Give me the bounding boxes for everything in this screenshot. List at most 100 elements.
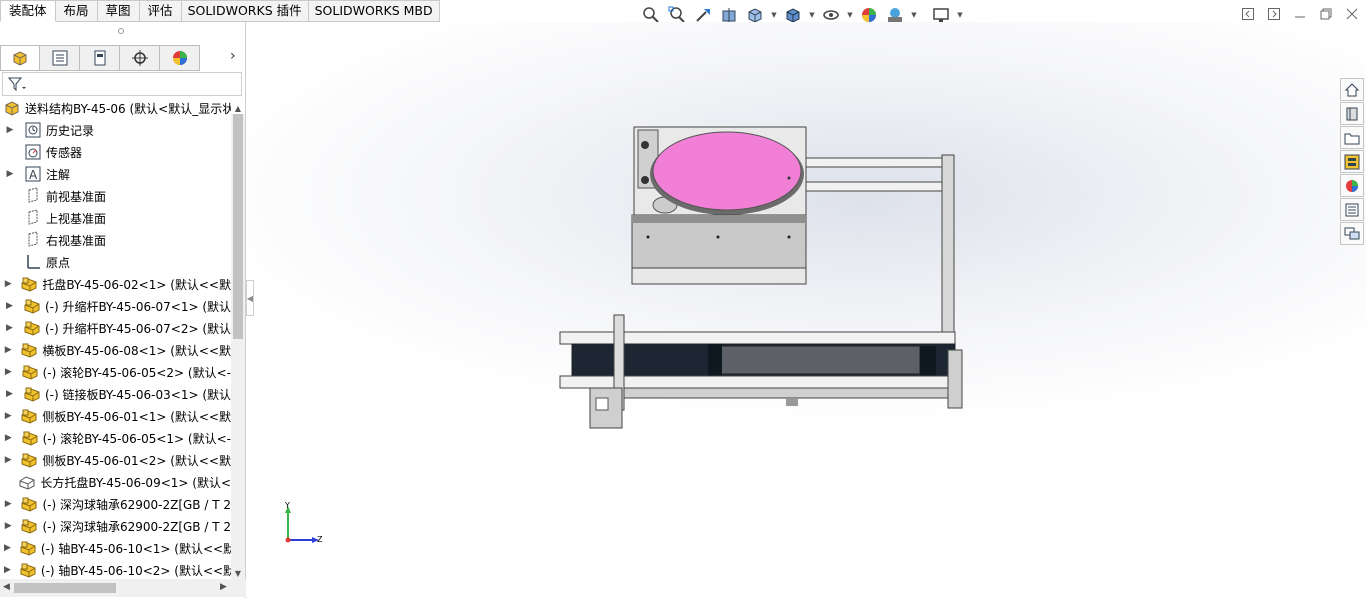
scroll-thumb[interactable] — [14, 583, 116, 593]
tree-filter[interactable] — [2, 72, 242, 96]
part-icon — [23, 319, 41, 337]
tree-item[interactable]: ▶ 历史记录 — [0, 119, 231, 141]
feature-manager-tab[interactable] — [0, 45, 40, 71]
part-icon — [21, 363, 39, 381]
tab-sketch[interactable]: 草图 — [97, 0, 140, 22]
scroll-thumb[interactable] — [233, 114, 243, 339]
tree-item[interactable]: ▶ (-) 滚轮BY-45-06-05<2> (默认<- — [0, 361, 231, 383]
scroll-up-icon[interactable]: ▲ — [231, 104, 245, 114]
tree-vertical-scrollbar[interactable]: ▲ ▼ — [231, 104, 245, 579]
dimxpert-manager-tab[interactable] — [120, 45, 160, 71]
minimize-icon[interactable] — [1292, 6, 1308, 22]
sensor-icon — [24, 143, 42, 161]
tree-item[interactable]: 传感器 — [0, 141, 231, 163]
part-icon — [21, 429, 39, 447]
expand-arrow-icon[interactable]: ▶ — [4, 565, 11, 575]
tree-item[interactable]: ▶ 托盘BY-45-06-02<1> (默认<<默 — [0, 273, 231, 295]
tree-item[interactable]: ▶ 侧板BY-45-06-01<1> (默认<<默 — [0, 405, 231, 427]
expand-arrow-icon[interactable]: ▶ — [4, 455, 12, 465]
tree-item[interactable]: ▶ 侧板BY-45-06-01<2> (默认<<默 — [0, 449, 231, 471]
home-icon[interactable] — [1340, 78, 1364, 101]
expand-arrow-icon[interactable]: ▶ — [4, 433, 13, 443]
forum-icon[interactable] — [1340, 222, 1364, 245]
scroll-left-icon[interactable]: ◀ — [3, 582, 10, 592]
tree-item-label: 右视基准面 — [46, 233, 107, 248]
expand-arrow-icon[interactable]: ▶ — [4, 169, 16, 179]
tree-item[interactable]: ▶ (-) 深沟球轴承62900-2Z[GB / T 2 — [0, 515, 231, 537]
expand-arrow-icon[interactable]: ▶ — [4, 301, 15, 311]
tree-item[interactable]: ▶ (-) 轴BY-45-06-10<1> (默认<<默 — [0, 537, 231, 559]
tab-assembly[interactable]: 装配体 — [0, 0, 56, 22]
display-manager-tab[interactable] — [160, 45, 200, 71]
tree-item[interactable]: ▶ 横板BY-45-06-08<1> (默认<<默 — [0, 339, 231, 361]
part-icon — [23, 297, 41, 315]
tree-item-label: 注解 — [46, 167, 71, 182]
tree-item[interactable]: 前视基准面 — [0, 185, 231, 207]
feature-manager-panel: › 送料结构BY-45-06 (默认<默认_显示状 ▶ 历史记录传感器 ▶ A 注解前视… — [0, 22, 246, 598]
filter-icon[interactable] — [7, 76, 27, 92]
expand-arrow-icon[interactable]: ▶ — [4, 521, 12, 531]
tree-item[interactable]: ▶ (-) 链接板BY-45-06-03<1> (默认 — [0, 383, 231, 405]
design-library-icon[interactable] — [1340, 102, 1364, 125]
tree-item[interactable]: ▶ (-) 滚轮BY-45-06-05<1> (默认<- — [0, 427, 231, 449]
coordinate-triad: Y Z — [282, 501, 330, 552]
tree-item[interactable]: ▶ A 注解 — [0, 163, 231, 185]
tree-item-label: (-) 链接板BY-45-06-03<1> (默认 — [44, 387, 231, 402]
tab-layout[interactable]: 布局 — [55, 0, 98, 22]
tree-item-label: 传感器 — [46, 145, 83, 160]
chevron-right-icon[interactable]: › — [230, 48, 236, 64]
panel-splitter[interactable]: ◀ — [246, 280, 254, 316]
expand-arrow-icon[interactable]: ▶ — [4, 367, 13, 377]
tree-item[interactable]: 右视基准面 — [0, 229, 231, 251]
graphics-area[interactable]: Y Z — [247, 22, 1366, 598]
window-controls — [1240, 6, 1360, 22]
view-palette-icon[interactable] — [1340, 150, 1364, 173]
scroll-down-icon[interactable]: ▼ — [231, 569, 245, 579]
expand-arrow-icon[interactable]: ▶ — [4, 543, 11, 553]
tree-item[interactable]: 上视基准面 — [0, 207, 231, 229]
collapse-panel-dot[interactable] — [118, 28, 124, 34]
solidworks-window: 装配体 布局 草图 评估 SOLIDWORKS 插件 SOLIDWORKS MB… — [0, 0, 1366, 598]
tree-item-label: (-) 升缩杆BY-45-06-07<1> (默认 — [44, 299, 231, 314]
tree-horizontal-scrollbar[interactable]: ◀ ▶ — [0, 579, 246, 597]
tree-item[interactable]: ▶ (-) 升缩杆BY-45-06-07<1> (默认 — [0, 295, 231, 317]
tree-item[interactable]: 长方托盘BY-45-06-09<1> (默认< — [0, 471, 231, 493]
origin-icon — [24, 253, 42, 271]
close-icon[interactable] — [1344, 6, 1360, 22]
tree-root[interactable]: 送料结构BY-45-06 (默认<默认_显示状 — [0, 97, 231, 119]
expand-arrow-icon[interactable]: ▶ — [4, 389, 15, 399]
part-icon — [19, 539, 37, 557]
expand-arrow-icon[interactable]: ▶ — [4, 125, 16, 135]
panel-right-icon[interactable] — [1266, 6, 1282, 22]
history-icon — [24, 121, 42, 139]
expand-arrow-icon[interactable]: ▶ — [4, 345, 12, 355]
tab-solidworks-mbd[interactable]: SOLIDWORKS MBD — [308, 0, 440, 22]
expand-arrow-icon[interactable]: ▶ — [4, 323, 15, 333]
appearances-icon[interactable] — [1340, 174, 1364, 197]
part-icon — [19, 561, 37, 579]
expand-arrow-icon[interactable]: ▶ — [4, 499, 12, 509]
tree-item[interactable]: 原点 — [0, 251, 231, 273]
plane-icon — [24, 187, 42, 205]
custom-properties-icon[interactable] — [1340, 198, 1364, 221]
tree-item[interactable]: ▶ (-) 深沟球轴承62900-2Z[GB / T 2 — [0, 493, 231, 515]
tab-solidworks-addins[interactable]: SOLIDWORKS 插件 — [181, 0, 309, 22]
tree-item-label: 历史记录 — [46, 123, 95, 138]
configuration-manager-tab[interactable] — [80, 45, 120, 71]
tree-item[interactable]: ▶ (-) 升缩杆BY-45-06-07<2> (默认 — [0, 317, 231, 339]
tree-item-label: 前视基准面 — [46, 189, 107, 204]
scroll-right-icon[interactable]: ▶ — [220, 582, 227, 592]
expand-arrow-icon[interactable]: ▶ — [4, 411, 12, 421]
panel-left-icon[interactable] — [1240, 6, 1256, 22]
file-explorer-icon[interactable] — [1340, 126, 1364, 149]
triad-z-label: Z — [317, 535, 323, 544]
tree-item[interactable]: ▶ (-) 轴BY-45-06-10<2> (默认<<默 — [0, 559, 231, 579]
restore-icon[interactable] — [1318, 6, 1334, 22]
part-icon — [20, 495, 38, 513]
property-manager-tab[interactable] — [40, 45, 80, 71]
expand-arrow-icon[interactable]: ▶ — [4, 279, 12, 289]
tree-item-label: (-) 深沟球轴承62900-2Z[GB / T 2 — [42, 497, 231, 512]
tree-item-label: (-) 滚轮BY-45-06-05<2> (默认<- — [42, 365, 231, 380]
part-icon — [20, 275, 38, 293]
tab-evaluate[interactable]: 评估 — [139, 0, 182, 22]
